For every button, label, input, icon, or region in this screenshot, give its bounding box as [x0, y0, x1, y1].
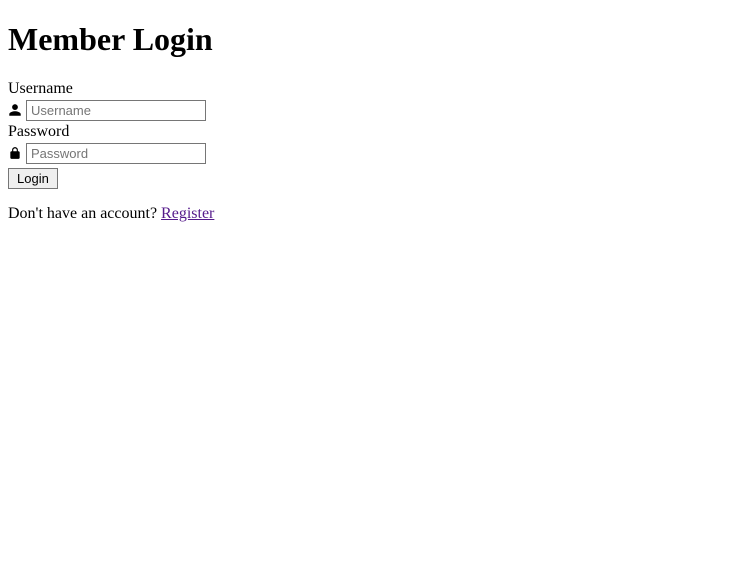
password-input[interactable]: [26, 143, 206, 164]
user-icon: [8, 103, 22, 117]
username-input[interactable]: [26, 100, 206, 121]
register-link[interactable]: Register: [161, 205, 214, 222]
register-prompt: Don't have an account?: [8, 205, 161, 222]
page-title: Member Login: [8, 21, 742, 58]
password-label: Password: [8, 123, 742, 141]
register-prompt-line: Don't have an account? Register: [8, 205, 742, 223]
login-button[interactable]: Login: [8, 168, 58, 189]
username-label: Username: [8, 80, 742, 98]
lock-icon: [8, 146, 22, 160]
